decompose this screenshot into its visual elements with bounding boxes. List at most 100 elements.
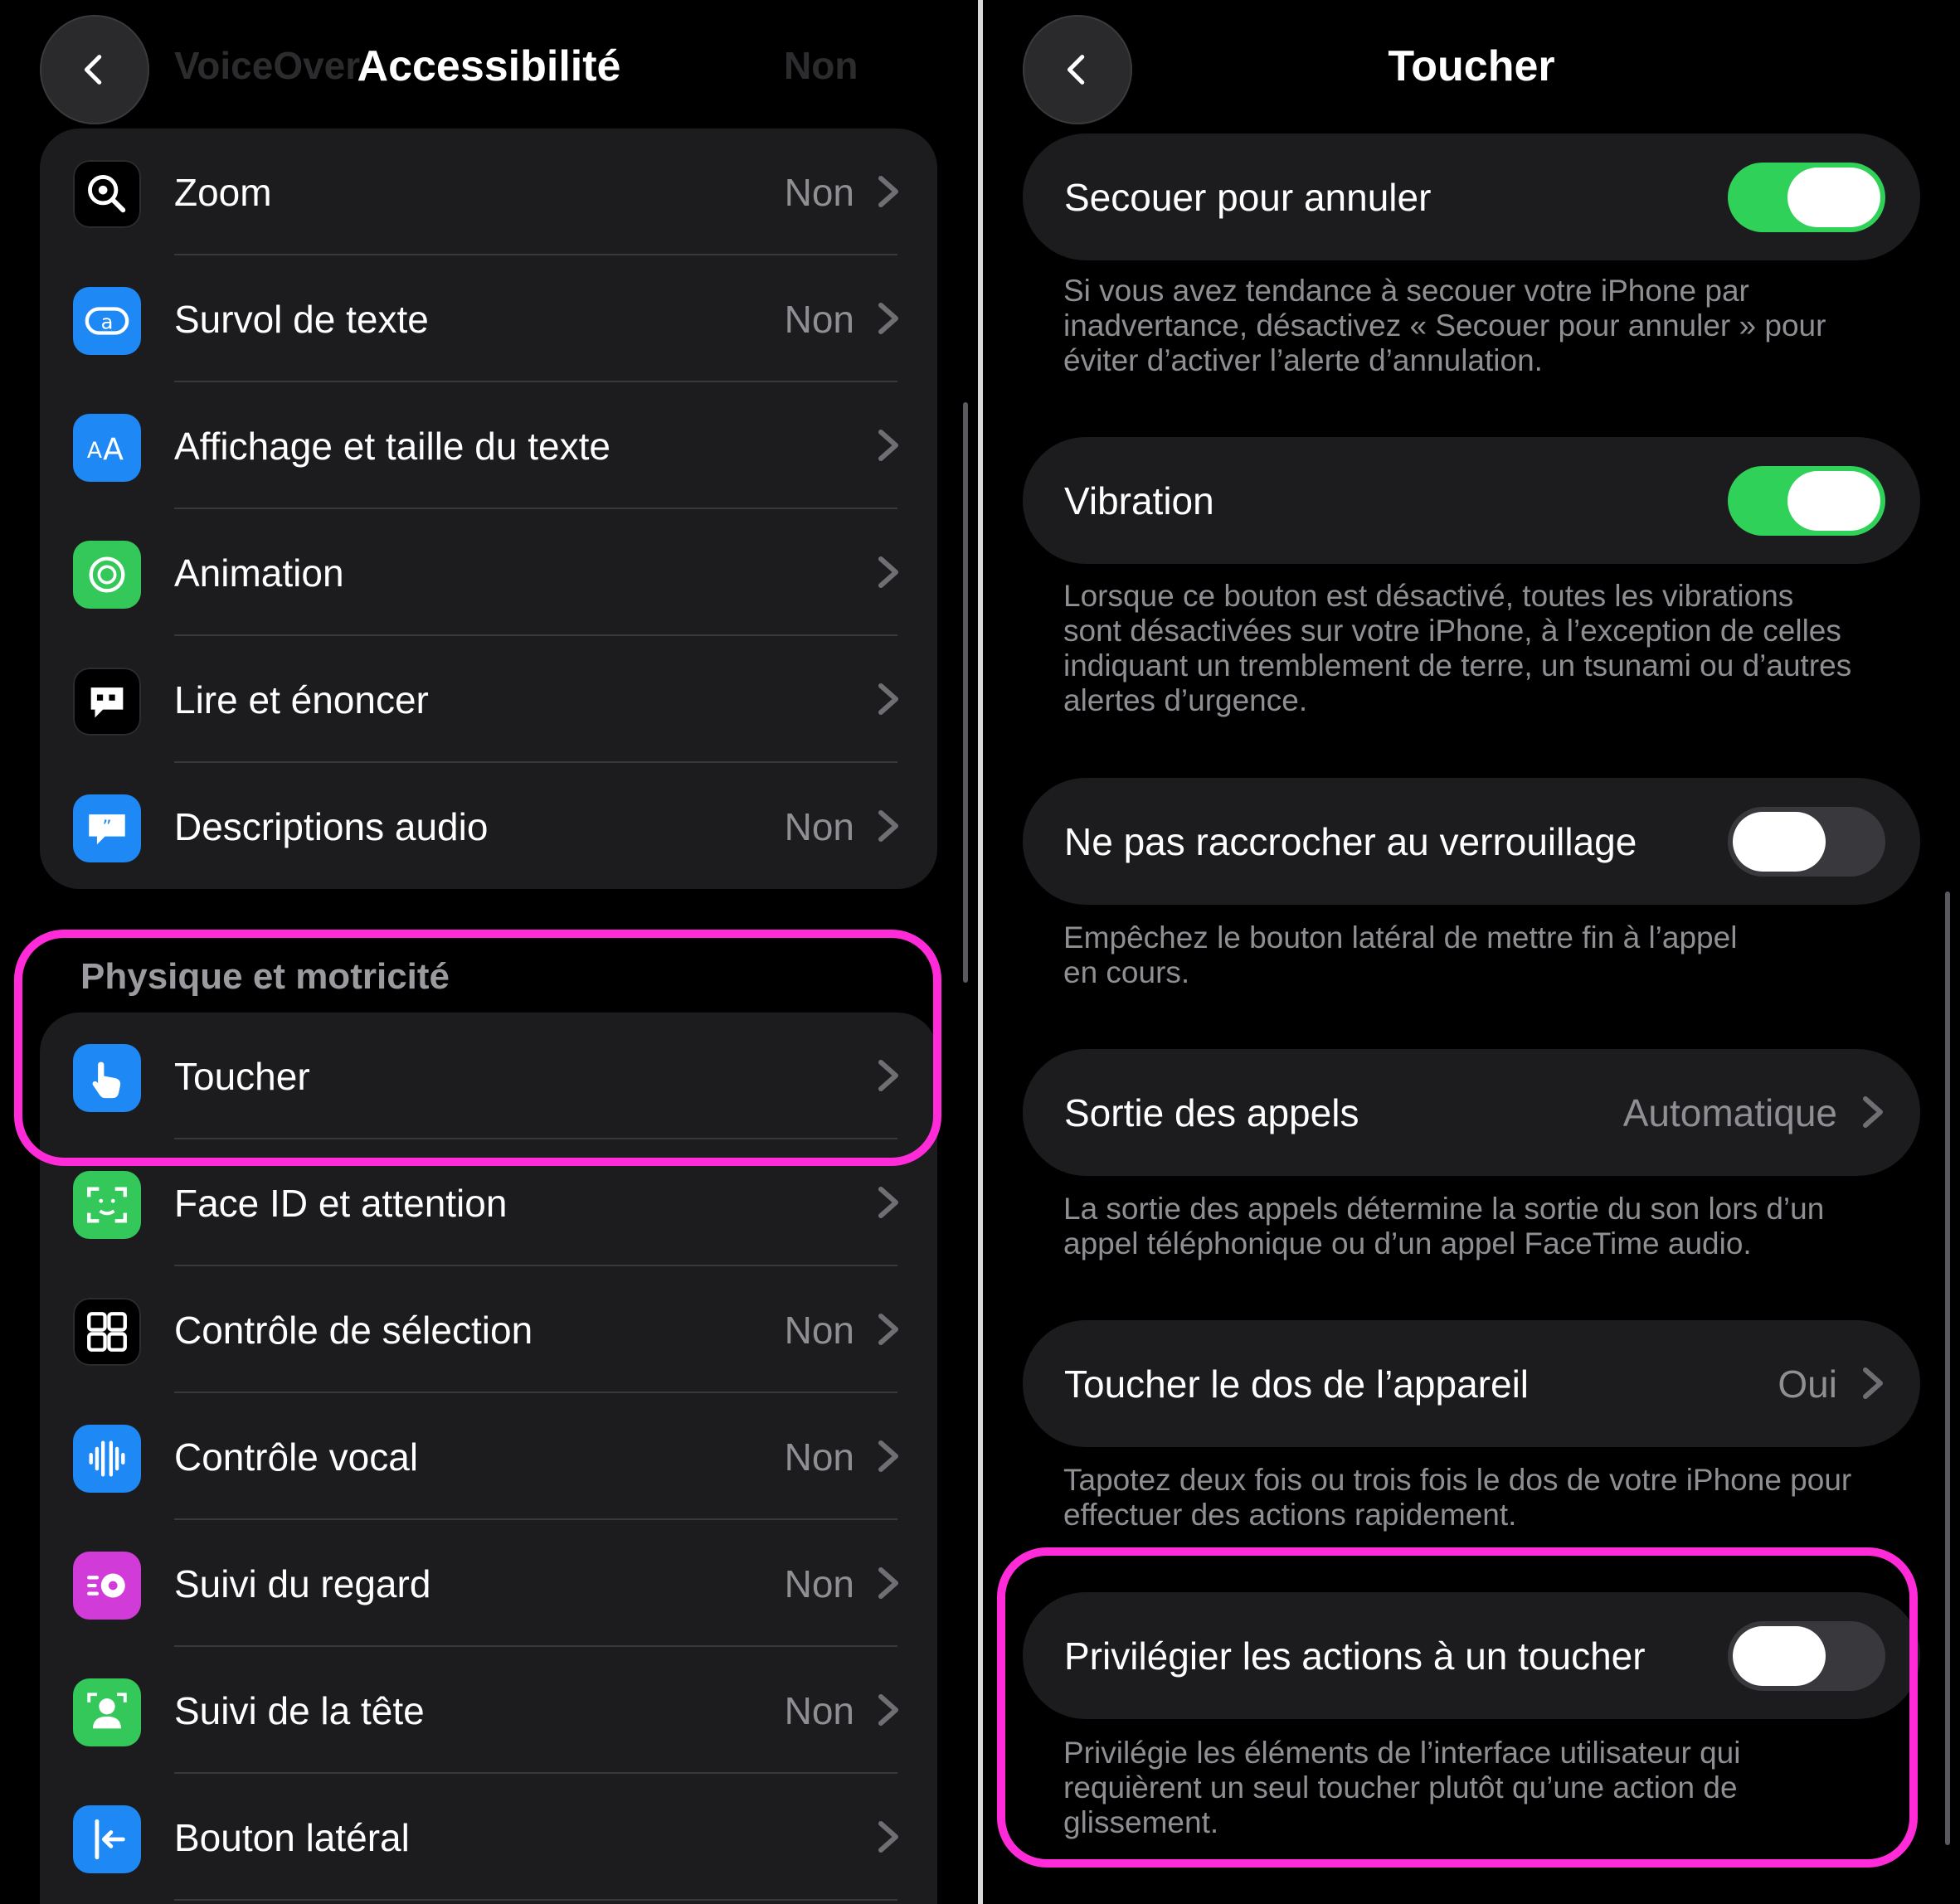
- accessibility-screen: VoiceOver Non Accessibilité Zoom Non a Surv…: [0, 0, 978, 1904]
- zoom-icon: [73, 160, 141, 228]
- toggle-knob: [1733, 812, 1826, 872]
- list-item-face-id-et-attention[interactable]: Face ID et attention: [40, 1139, 937, 1266]
- description-line: La sortie des appels détermine la sortie…: [1063, 1192, 1825, 1226]
- toggle-knob: [1787, 471, 1880, 531]
- face-id-icon: [73, 1171, 141, 1239]
- setting-label: Sortie des appels: [1064, 1090, 1359, 1134]
- setting-label: Secouer pour annuler: [1064, 175, 1432, 219]
- list-item-animation[interactable]: Animation: [40, 509, 937, 636]
- list-item-suivi-du-regard[interactable]: Suivi du regard Non: [40, 1520, 937, 1647]
- list-item-label: Face ID et attention: [174, 1181, 508, 1225]
- description-line: indiquant un tremblement de terre, un ts…: [1063, 648, 1852, 682]
- chevron-right-icon: [1862, 1095, 1884, 1129]
- chevron-right-icon: [1862, 1367, 1884, 1400]
- list-item-lire-et-enoncer[interactable]: Lire et énoncer: [40, 636, 937, 763]
- list-item-label: Zoom: [174, 170, 272, 214]
- chevron-right-icon: [878, 1059, 899, 1092]
- chevron-right-icon: [878, 429, 899, 462]
- toggle-switch[interactable]: [1728, 1621, 1885, 1691]
- switch-control-icon: [73, 1298, 141, 1366]
- svg-text:A: A: [103, 432, 124, 468]
- speech-bubble-icon: [73, 668, 141, 736]
- setting-toucher-le-dos-de-l-appareil[interactable]: Toucher le dos de l’appareil Oui: [1023, 1320, 1920, 1447]
- list-item-affichage-et-taille-du-texte[interactable]: A A Affichage et taille du texte: [40, 382, 937, 509]
- chevron-right-icon: [878, 1440, 899, 1473]
- scrollbar[interactable]: [963, 402, 968, 983]
- list-item-label: Descriptions audio: [174, 804, 489, 848]
- chevron-right-icon: [878, 682, 899, 716]
- svg-text:a: a: [101, 311, 114, 334]
- list-item-value: Non: [784, 804, 854, 848]
- description-line: Empêchez le bouton latéral de mettre fin…: [1063, 920, 1738, 954]
- description-line: sont désactivées sur votre iPhone, à l’e…: [1063, 614, 1841, 648]
- description-line: requièrent un seul toucher plutôt qu’une…: [1063, 1770, 1738, 1804]
- chevron-right-icon: [878, 1820, 899, 1853]
- list-item-label: Lire et énoncer: [174, 678, 429, 721]
- description-line: inadvertance, désactivez « Secouer pour …: [1063, 308, 1826, 342]
- list-item-controle-de-selection[interactable]: Contrôle de sélection Non: [40, 1266, 937, 1393]
- setting-description: Privilégie les éléments de l’interface u…: [1063, 1736, 1893, 1840]
- chevron-right-icon: [878, 1186, 899, 1219]
- eye-tracking-icon: [73, 1552, 141, 1620]
- row-separator: [174, 1899, 897, 1901]
- list-item-zoom[interactable]: Zoom Non: [40, 129, 937, 255]
- setting-label: Privilégier les actions à un toucher: [1064, 1634, 1646, 1678]
- list-item-label: Bouton latéral: [174, 1815, 410, 1859]
- chevron-right-icon: [878, 1566, 899, 1600]
- list-item-label: Suivi de la tête: [174, 1688, 425, 1732]
- list-item-toucher[interactable]: Toucher: [40, 1013, 937, 1139]
- setting-privilegier-les-actions-a-un-toucher: Privilégier les actions à un toucher: [1023, 1592, 1920, 1719]
- list-item-suivi-de-la-tete[interactable]: Suivi de la tête Non: [40, 1647, 937, 1774]
- setting-label: Ne pas raccrocher au verrouillage: [1064, 819, 1637, 863]
- chevron-right-icon: [878, 556, 899, 589]
- setting-sortie-des-appels[interactable]: Sortie des appels Automatique: [1023, 1049, 1920, 1176]
- list-item-descriptions-audio[interactable]: ” Descriptions audio Non: [40, 763, 937, 889]
- list-item-bouton-lateral[interactable]: Bouton latéral: [40, 1774, 937, 1901]
- scrollbar[interactable]: [1945, 891, 1950, 1845]
- setting-value: Automatique: [1622, 1090, 1837, 1134]
- list-item-label: Toucher: [174, 1054, 310, 1098]
- setting-vibration: Vibration: [1023, 437, 1920, 564]
- list-item-label: Survol de texte: [174, 297, 429, 341]
- setting-ne-pas-raccrocher-au-verrouillage: Ne pas raccrocher au verrouillage: [1023, 778, 1920, 905]
- list-item-label: Suivi du regard: [174, 1562, 431, 1605]
- setting-description: La sortie des appels détermine la sortie…: [1063, 1192, 1893, 1261]
- chevron-right-icon: [878, 1693, 899, 1727]
- chevron-right-icon: [878, 302, 899, 335]
- setting-label: Toucher le dos de l’appareil: [1064, 1362, 1530, 1406]
- list-item-controle-vocal[interactable]: Contrôle vocal Non: [40, 1393, 937, 1520]
- touch-hand-icon: [73, 1044, 141, 1112]
- toggle-knob: [1733, 1626, 1826, 1686]
- nav-bar: VoiceOver Non Accessibilité: [0, 0, 978, 133]
- toggle-switch[interactable]: [1728, 807, 1885, 877]
- list-item-survol-de-texte[interactable]: a Survol de texte Non: [40, 255, 937, 382]
- hover-text-icon: a: [73, 287, 141, 355]
- svg-text:A: A: [87, 438, 102, 464]
- list-item-label: Contrôle vocal: [174, 1435, 419, 1479]
- page-title: Accessibilité: [357, 42, 621, 90]
- page-title: Toucher: [1388, 42, 1555, 90]
- description-line: alertes d’urgence.: [1063, 683, 1308, 717]
- setting-secouer-pour-annuler: Secouer pour annuler: [1023, 134, 1920, 260]
- toggle-switch[interactable]: [1728, 466, 1885, 536]
- description-line: appel téléphonique ou d’un appel FaceTim…: [1063, 1226, 1752, 1260]
- setting-description: Tapotez deux fois ou trois fois le dos d…: [1063, 1463, 1893, 1532]
- list-item-value: Non: [784, 1562, 854, 1605]
- list-item-value: Non: [784, 297, 854, 341]
- svg-text:”: ”: [102, 817, 111, 838]
- audio-description-icon: ”: [73, 794, 141, 862]
- list-item-label: Contrôle de sélection: [174, 1308, 533, 1352]
- nav-bar: Toucher: [983, 0, 1960, 133]
- toggle-knob: [1787, 168, 1880, 227]
- list-item-value: Non: [784, 1688, 854, 1732]
- list-item-value: Non: [784, 1435, 854, 1479]
- description-line: en cours.: [1063, 955, 1190, 989]
- setting-description: Empêchez le bouton latéral de mettre fin…: [1063, 920, 1893, 990]
- description-line: Si vous avez tendance à secouer votre iP…: [1063, 274, 1749, 308]
- description-line: effectuer des actions rapidement.: [1063, 1498, 1517, 1532]
- description-line: éviter d’activer l’alerte d’annulation.: [1063, 343, 1543, 377]
- touch-settings-screen: Toucher Secouer pour annuler Si vous avez…: [983, 0, 1960, 1904]
- description-line: glissement.: [1063, 1805, 1219, 1839]
- toggle-switch[interactable]: [1728, 163, 1885, 232]
- description-line: Tapotez deux fois ou trois fois le dos d…: [1063, 1463, 1852, 1497]
